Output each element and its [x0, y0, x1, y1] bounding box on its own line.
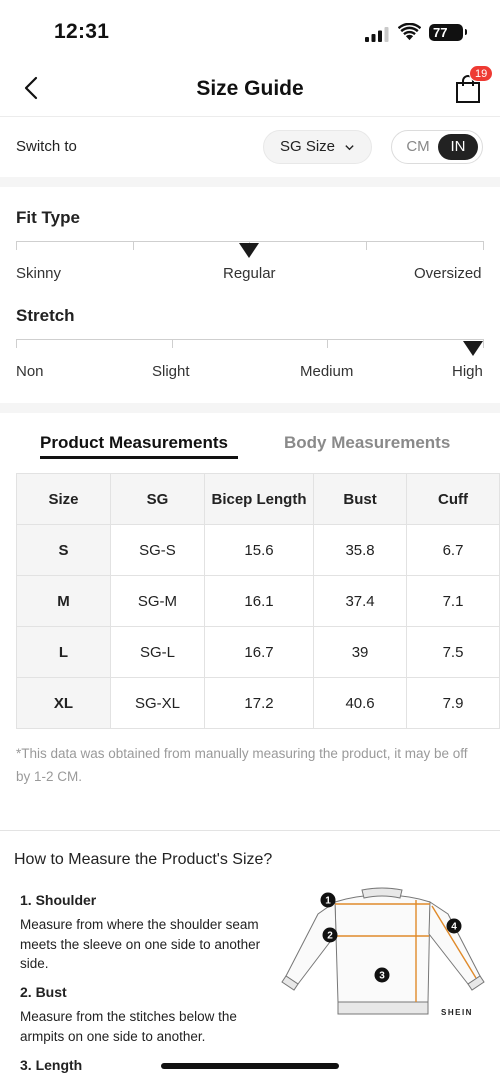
cart-count-badge: 19 — [469, 65, 494, 82]
how-to-measure-title: How to Measure the Product's Size? — [14, 851, 273, 868]
cellular-signal-icon — [365, 27, 389, 42]
active-tab-underline — [40, 456, 238, 459]
scale-tick — [16, 242, 17, 250]
stretch-option-slight: Slight — [152, 363, 190, 380]
section-divider — [0, 403, 500, 413]
wifi-icon — [398, 23, 421, 41]
step-shoulder-description: Measure from where the shoulder seam mee… — [20, 917, 261, 971]
sg-cell: SG-S — [109, 524, 205, 576]
cuff-cell: 7.9 — [406, 677, 500, 729]
table-row: M SG-M 16.1 37.4 7.1 — [16, 575, 500, 627]
stretch-title: Stretch — [16, 306, 75, 325]
scale-tick — [483, 340, 484, 348]
scale-tick — [366, 242, 367, 250]
fit-option-oversized: Oversized — [414, 265, 482, 282]
sg-cell: SG-M — [109, 575, 205, 627]
fit-option-regular: Regular — [223, 265, 276, 282]
size-cell: XL — [16, 677, 111, 729]
step-bust-description: Measure from the stitches below the armp… — [20, 1009, 237, 1044]
stretch-option-medium: Medium — [300, 363, 354, 380]
step-length-title: 3. Length — [20, 1057, 83, 1073]
home-indicator[interactable] — [161, 1063, 339, 1069]
cuff-cell: 6.7 — [406, 524, 500, 576]
bicep-length-cell: 16.1 — [203, 575, 315, 627]
column-header-cuff: Cuff — [406, 473, 500, 525]
size-cell: M — [16, 575, 111, 627]
table-row: L SG-L 16.7 39 7.5 — [16, 626, 500, 678]
cuff-cell: 7.5 — [406, 626, 500, 678]
size-cell: S — [16, 524, 111, 576]
top-navigation-bar: Size Guide 19 — [0, 62, 500, 116]
bust-cell: 39 — [313, 626, 408, 678]
table-row: S SG-S 15.6 35.8 6.7 — [16, 524, 500, 576]
section-divider — [0, 830, 500, 831]
column-header-bicep-length: Bicep Length — [203, 473, 315, 525]
diagram-marker-1: 1 — [325, 896, 331, 907]
scale-tick — [327, 340, 328, 348]
measurement-disclaimer: *This data was obtained from manually me… — [16, 746, 468, 784]
status-bar: 12:31 77 — [0, 0, 500, 62]
unit-in-option[interactable]: IN — [438, 134, 478, 160]
scale-tick — [133, 242, 134, 250]
tab-product-measurements[interactable]: Product Measurements — [40, 433, 228, 453]
fit-option-skinny: Skinny — [16, 265, 62, 282]
cuff-cell: 7.1 — [406, 575, 500, 627]
fit-type-selected-marker — [239, 243, 259, 258]
page-title: Size Guide — [196, 77, 304, 100]
fit-type-title: Fit Type — [16, 208, 80, 227]
battery-indicator: 77 — [429, 24, 467, 41]
stretch-scale — [16, 339, 484, 348]
bust-cell: 35.8 — [313, 524, 408, 576]
diagram-marker-2: 2 — [327, 931, 333, 942]
stretch-selected-marker — [463, 341, 483, 356]
bicep-length-cell: 16.7 — [203, 626, 315, 678]
unit-toggle[interactable]: CM IN — [391, 130, 483, 164]
size-cell: L — [16, 626, 111, 678]
diagram-marker-3: 3 — [379, 971, 385, 982]
scale-tick — [483, 242, 484, 250]
stretch-option-high: High — [452, 363, 483, 380]
chevron-down-icon — [345, 145, 354, 151]
brand-logo: SHEIN — [441, 1008, 473, 1017]
step-bust-title: 2. Bust — [20, 984, 67, 1000]
size-measurements-table: Size SG Bicep Length Bust Cuff S SG-S 15… — [16, 473, 500, 729]
column-header-bust: Bust — [313, 473, 408, 525]
sg-cell: SG-XL — [109, 677, 205, 729]
size-system-switch-row: Switch to SG Size CM IN — [0, 117, 500, 177]
bicep-length-cell: 15.6 — [203, 524, 315, 576]
tab-body-measurements[interactable]: Body Measurements — [284, 433, 450, 453]
table-row: XL SG-XL 17.2 40.6 7.9 — [16, 677, 500, 729]
section-divider — [0, 177, 500, 187]
table-header-row: Size SG Bicep Length Bust Cuff — [16, 473, 500, 525]
size-system-dropdown[interactable]: SG Size — [263, 130, 372, 164]
diagram-marker-4: 4 — [451, 922, 457, 933]
column-header-size: Size — [16, 473, 111, 525]
bicep-length-cell: 17.2 — [203, 677, 315, 729]
step-shoulder-title: 1. Shoulder — [20, 892, 97, 908]
unit-cm-option[interactable]: CM — [396, 134, 440, 160]
column-header-sg: SG — [109, 473, 205, 525]
bust-cell: 37.4 — [313, 575, 408, 627]
bust-cell: 40.6 — [313, 677, 408, 729]
size-system-value: SG Size — [280, 138, 336, 155]
sg-cell: SG-L — [109, 626, 205, 678]
switch-to-label: Switch to — [16, 138, 77, 155]
scale-tick — [172, 340, 173, 348]
stretch-option-non: Non — [16, 363, 44, 380]
scale-tick — [16, 340, 17, 348]
status-time: 12:31 — [54, 20, 110, 43]
